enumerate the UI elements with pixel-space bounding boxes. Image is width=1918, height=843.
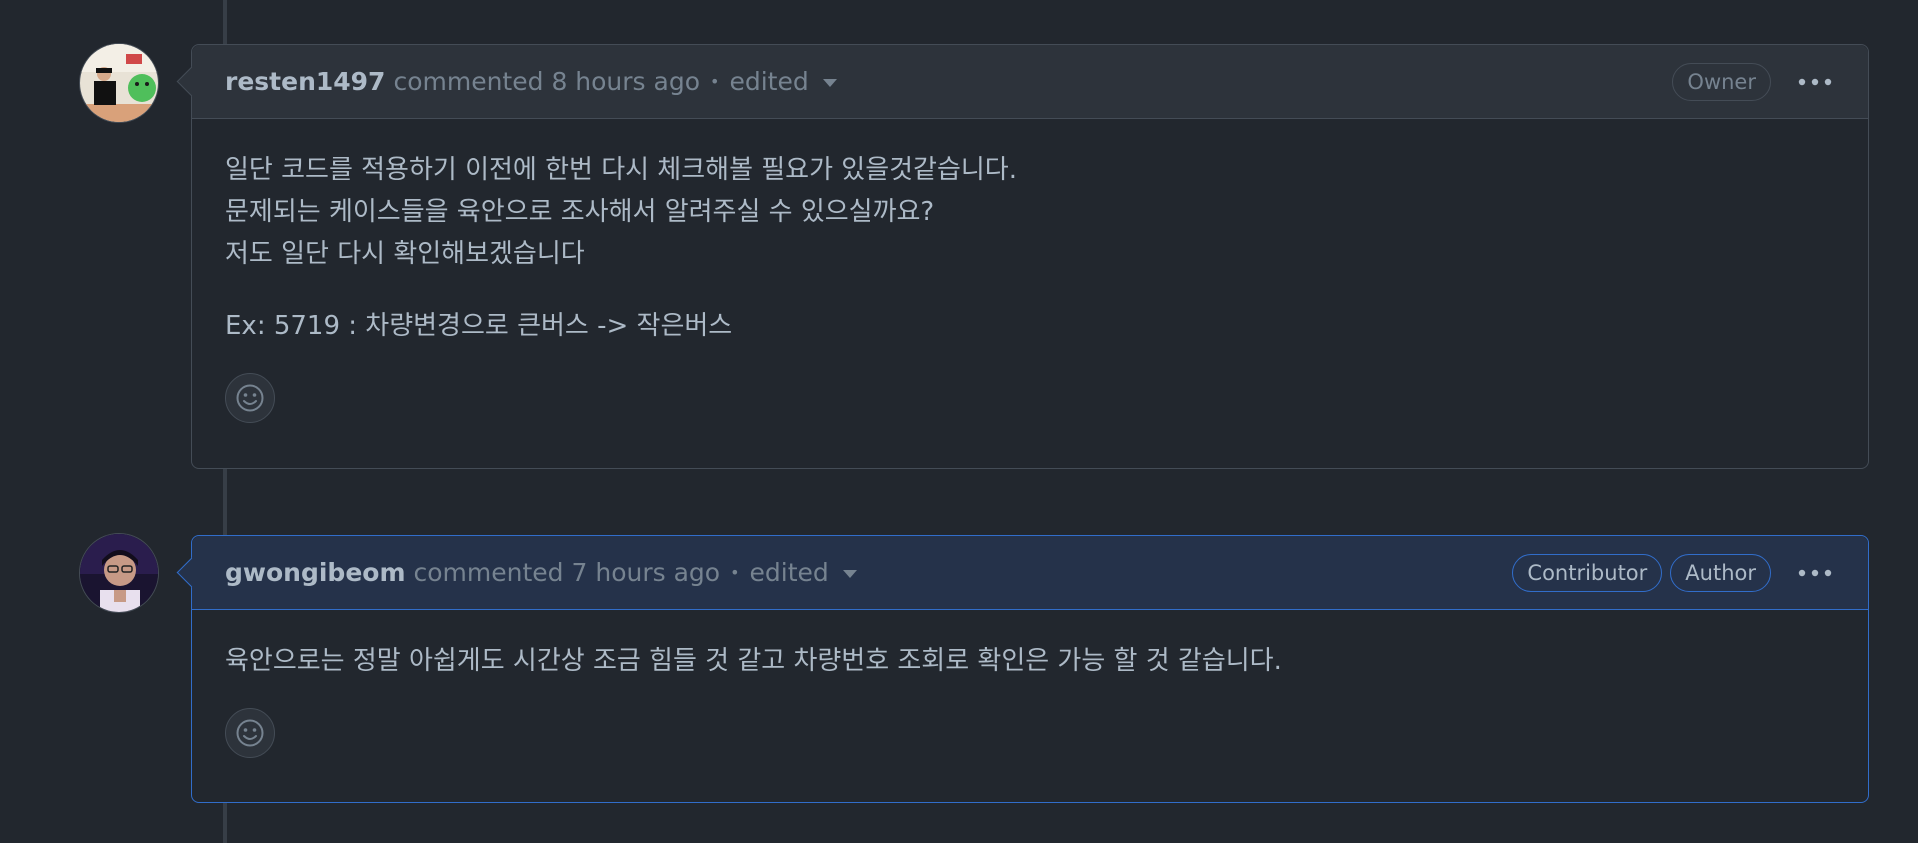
comment-paragraph: 일단 코드를 적용하기 이전에 한번 다시 체크해볼 필요가 있을것같습니다. xyxy=(225,155,1017,185)
action-text: commented xyxy=(393,67,544,96)
comment-arrow xyxy=(176,66,207,97)
comment-paragraph: Ex: 5719 : 차량변경으로 큰버스 -> 작은버스 xyxy=(225,311,733,341)
action-text: commented xyxy=(413,558,564,587)
header-actions: Contributor Author xyxy=(1512,553,1835,592)
comment-paragraph: 육안으로는 정말 아쉽게도 시간상 조금 힘들 것 같고 차량번호 조회로 확인… xyxy=(225,646,1282,676)
comment-body: 일단 코드를 적용하기 이전에 한번 다시 체크해볼 필요가 있을것같습니다. … xyxy=(192,119,1868,443)
comment-paragraph: 저도 일단 다시 확인해보겠습니다 xyxy=(225,239,585,269)
smiley-icon xyxy=(236,384,264,412)
add-reaction-button[interactable] xyxy=(225,373,275,423)
smiley-icon xyxy=(236,719,264,747)
edited-dropdown[interactable]: edited xyxy=(750,558,857,587)
header-actions: Owner xyxy=(1672,62,1835,101)
comment-body: 육안으로는 정말 아쉽게도 시간상 조금 힘들 것 같고 차량번호 조회로 확인… xyxy=(192,610,1868,778)
author-link[interactable]: resten1497 xyxy=(225,67,385,96)
edited-dropdown[interactable]: edited xyxy=(729,67,837,96)
caret-down-icon[interactable] xyxy=(842,570,857,578)
author-badge: Author xyxy=(1670,553,1771,592)
timestamp-link[interactable]: 7 hours ago xyxy=(572,558,721,587)
comment-meta: commented 7 hours ago xyxy=(414,558,721,587)
kebab-horizontal-icon[interactable] xyxy=(1795,67,1835,97)
author-link[interactable]: gwongibeom xyxy=(225,558,406,587)
edited-label: edited xyxy=(749,558,829,587)
comment-header: gwongibeom commented 7 hours ago • edite… xyxy=(176,536,1868,610)
avatar[interactable] xyxy=(79,533,159,613)
owner-badge: Owner xyxy=(1672,62,1771,101)
comment-box: gwongibeom commented 7 hours ago • edite… xyxy=(176,535,1869,803)
kebab-horizontal-icon[interactable] xyxy=(1795,558,1835,588)
avatar[interactable] xyxy=(79,43,159,123)
comment-box: resten1497 commented 8 hours ago • edite… xyxy=(176,44,1869,469)
caret-down-icon[interactable] xyxy=(822,79,837,87)
add-reaction-button[interactable] xyxy=(225,708,275,758)
comment-header: resten1497 commented 8 hours ago • edite… xyxy=(176,45,1868,119)
comment-meta: commented 8 hours ago xyxy=(393,67,700,96)
comment-paragraph: 문제되는 케이스들을 육안으로 조사해서 알려주실 수 있으실까요? xyxy=(225,197,935,227)
timestamp-link[interactable]: 8 hours ago xyxy=(551,67,700,96)
comment-arrow xyxy=(176,557,207,588)
contributor-badge: Contributor xyxy=(1512,553,1663,592)
edited-label: edited xyxy=(729,67,809,96)
separator-dot: • xyxy=(730,563,740,582)
separator-dot: • xyxy=(710,72,720,91)
